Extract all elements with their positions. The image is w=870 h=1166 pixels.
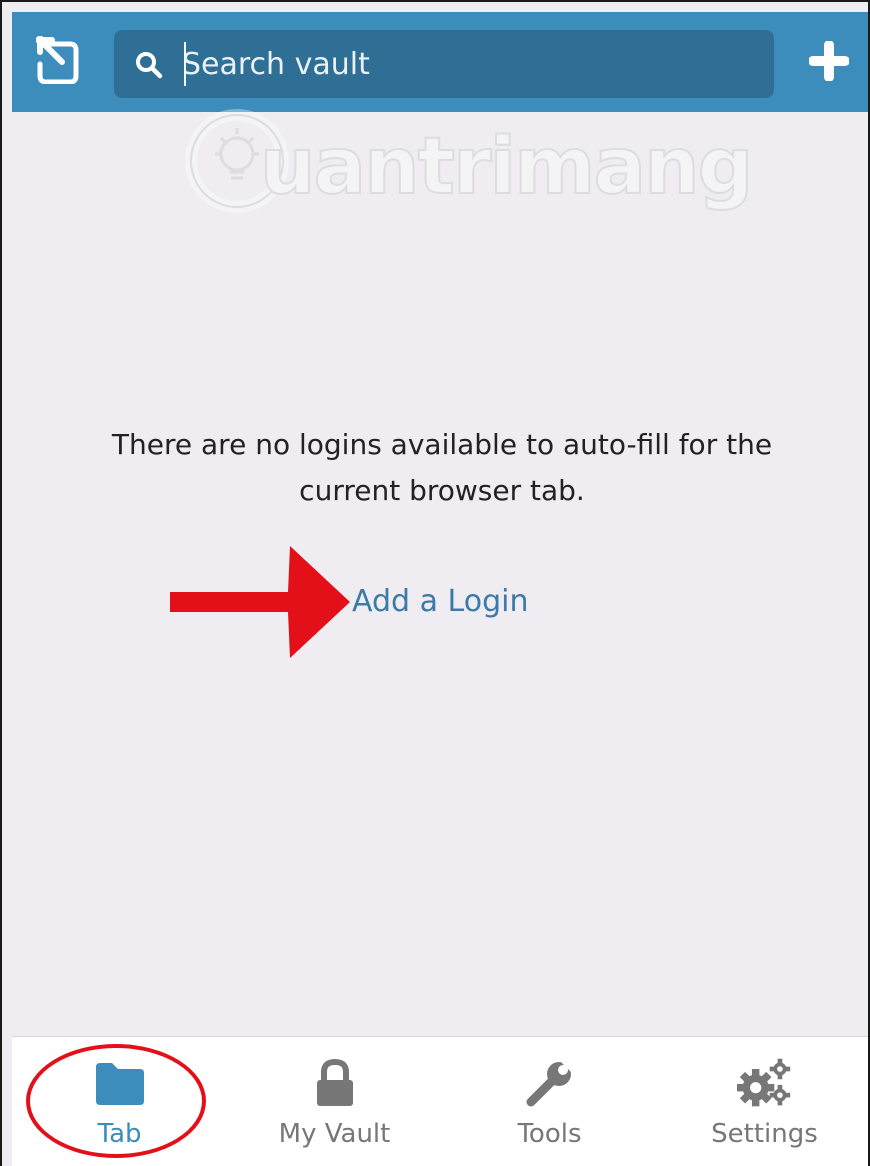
tab-label: Settings xyxy=(711,1119,818,1149)
text-caret xyxy=(184,42,186,86)
folder-icon xyxy=(92,1057,148,1109)
wrench-icon xyxy=(522,1057,578,1109)
tab-my-vault[interactable]: My Vault xyxy=(227,1037,442,1166)
tab-tab[interactable]: Tab xyxy=(12,1037,227,1166)
annotation-arrow xyxy=(170,546,350,658)
empty-state-message: There are no logins available to auto-fi… xyxy=(42,422,842,514)
header-bar xyxy=(12,12,868,112)
message-line-2: current browser tab. xyxy=(299,474,585,507)
tab-label: Tools xyxy=(517,1119,582,1149)
bottom-tab-bar: Tab My Vault Tools Settings xyxy=(12,1036,868,1166)
tab-tools[interactable]: Tools xyxy=(442,1037,657,1166)
plus-icon xyxy=(809,41,849,81)
extension-popup: uantrimang There are no logins available… xyxy=(0,0,870,1166)
popout-icon xyxy=(36,36,79,84)
watermark-text: uantrimang xyxy=(259,121,754,213)
search-icon xyxy=(136,52,163,79)
lock-icon xyxy=(307,1057,363,1109)
tab-settings[interactable]: Settings xyxy=(657,1037,868,1166)
message-line-1: There are no logins available to auto-fi… xyxy=(111,428,773,461)
add-login-link[interactable]: Add a Login xyxy=(352,584,528,619)
gears-icon xyxy=(736,1057,793,1109)
search-input[interactable] xyxy=(182,40,752,88)
tab-label: My Vault xyxy=(278,1119,391,1149)
search-box[interactable] xyxy=(114,30,774,98)
tab-label: Tab xyxy=(97,1119,142,1149)
popout-button[interactable] xyxy=(34,34,82,86)
watermark: uantrimang xyxy=(182,102,754,222)
add-item-button[interactable] xyxy=(804,36,854,86)
